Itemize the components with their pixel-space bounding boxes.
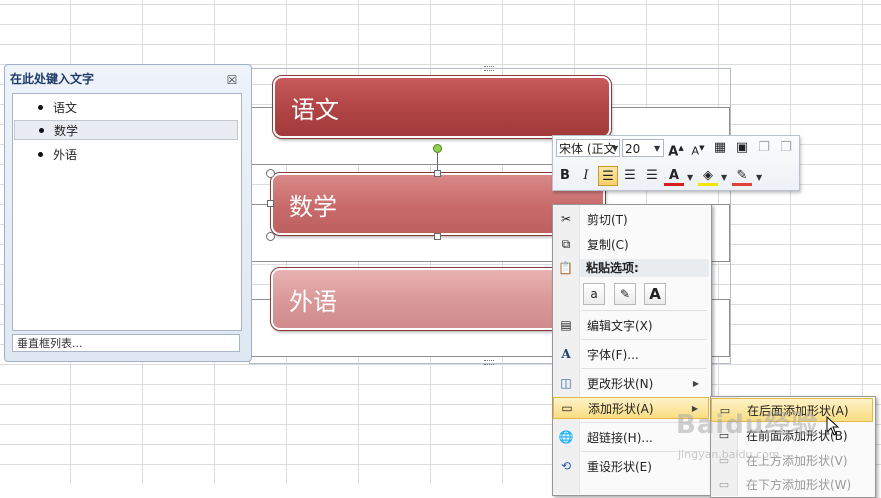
watermark-url: jingyan.baidu.com (678, 448, 780, 461)
bullet-icon (39, 127, 44, 133)
bring-forward-button[interactable]: ❐ (754, 138, 774, 158)
bullet-icon (38, 104, 43, 110)
italic-icon: I (583, 168, 589, 183)
paste-keep-format-button[interactable]: a (583, 283, 605, 305)
chevron-down-icon[interactable]: ▼ (687, 173, 693, 182)
submenu-item-add-below[interactable]: ▭ 在下方添加形状(W) (711, 472, 873, 496)
paste-merge-format-button[interactable]: ✎ (614, 283, 636, 305)
shape-fill-icon: ▦ (713, 140, 727, 155)
frame-bottom-handle[interactable] (484, 360, 494, 365)
list-item[interactable]: 数学 (14, 120, 238, 140)
align-left-icon: ☰ (602, 169, 614, 184)
menu-item-label: 字体(F)... (587, 347, 639, 362)
align-center-button[interactable]: ☰ (620, 166, 640, 186)
menu-item-label: 更改形状(N) (587, 376, 654, 391)
shape-1-text: 语文 (291, 95, 339, 124)
watermark-logo: Baidu经验 (676, 410, 819, 440)
menu-item-label: 复制(C) (587, 237, 629, 252)
layout-name-link[interactable]: 垂直框列表... (12, 334, 240, 352)
frame-top-handle[interactable] (484, 66, 494, 71)
list-item[interactable]: 语文 (14, 97, 238, 117)
fill-color-button[interactable]: ◈ (698, 166, 718, 186)
menu-item-copy[interactable]: ⧉ 复制(C) (553, 233, 709, 255)
edit-text-icon: ▤ (560, 318, 572, 332)
menu-item-label: 剪切(T) (587, 212, 628, 227)
clipboard-icon: 📋 (558, 261, 573, 275)
menu-item-change-shape[interactable]: ◫ 更改形状(N) ▶ (553, 372, 709, 394)
hyperlink-icon: 🌐 (558, 430, 574, 444)
list-item[interactable]: 外语 (14, 144, 238, 164)
shape-styles-icon: ▣ (735, 140, 749, 155)
font-color-button[interactable]: A (664, 166, 684, 186)
reset-shape-icon: ⟲ (560, 459, 572, 473)
menu-separator (581, 310, 707, 311)
menu-item-label: 超链接(H)... (587, 430, 653, 445)
send-backward-button[interactable]: ❐ (776, 138, 796, 158)
bold-icon: B (560, 168, 570, 183)
menu-item-label: 编辑文字(X) (587, 318, 653, 333)
paste-text-only-button[interactable]: A (644, 283, 666, 305)
shape-3-text: 外语 (289, 287, 337, 316)
line-color-button[interactable]: ✎ (732, 166, 752, 186)
send-backward-icon: ❐ (780, 140, 792, 155)
rotate-handle[interactable] (433, 144, 442, 153)
resize-handle-b[interactable] (434, 233, 441, 240)
paint-bucket-icon: ◈ (703, 168, 713, 183)
pen-icon: ✎ (736, 168, 748, 183)
chevron-down-icon[interactable]: ▼ (756, 173, 762, 182)
list-item-label: 语文 (53, 100, 78, 115)
grow-font-button[interactable]: A▲ (666, 138, 686, 160)
resize-handle-t[interactable] (434, 170, 441, 177)
submenu-item-label: 在下方添加形状(W) (746, 477, 852, 492)
align-left-button[interactable]: ☰ (598, 166, 618, 186)
bring-forward-icon: ❐ (758, 140, 770, 155)
shrink-font-button[interactable]: A▼ (688, 138, 708, 158)
list-item-label: 外语 (53, 147, 78, 162)
scissors-icon: ✂ (560, 212, 572, 226)
add-below-icon: ▭ (718, 477, 730, 491)
chevron-down-icon[interactable]: ▼ (654, 144, 660, 153)
align-center-icon: ☰ (624, 168, 636, 183)
align-right-button[interactable]: ☰ (642, 166, 662, 186)
list-item-label: 数学 (54, 123, 79, 138)
resize-handle-tl[interactable] (266, 169, 275, 178)
menu-item-cut[interactable]: ✂ 剪切(T) (553, 208, 709, 230)
menu-item-label: 重设形状(E) (587, 459, 652, 474)
chevron-down-icon[interactable]: ▼ (721, 173, 727, 182)
menu-separator (581, 368, 707, 369)
text-pane-title: 在此处键入文字 (10, 72, 95, 86)
close-icon[interactable]: ☒ (226, 74, 238, 86)
shape-2-text: 数学 (289, 192, 337, 221)
menu-item-font[interactable]: A 字体(F)... (553, 343, 709, 365)
change-shape-icon: ◫ (560, 376, 572, 390)
shape-styles-button[interactable]: ▣ (732, 138, 752, 158)
mouse-cursor-icon (826, 416, 840, 436)
align-right-icon: ☰ (646, 168, 658, 183)
shrink-font-icon: A (691, 144, 700, 158)
paste-merge-format-icon: ✎ (619, 287, 631, 301)
paste-keep-format-icon: a (590, 287, 598, 301)
bold-button[interactable]: B (555, 166, 575, 186)
menu-item-label: 添加形状(A) (588, 401, 654, 416)
menu-item-edit-text[interactable]: ▤ 编辑文字(X) (553, 314, 709, 336)
rotate-handle-stem (437, 152, 438, 172)
font-color-icon: A (668, 168, 680, 183)
resize-handle-l[interactable] (267, 200, 274, 207)
shape-fill-button[interactable]: ▦ (710, 138, 730, 158)
italic-button[interactable]: I (576, 166, 596, 186)
chevron-down-icon[interactable]: ▼ (612, 144, 618, 153)
resize-handle-bl[interactable] (266, 232, 275, 241)
submenu-arrow-icon: ▶ (692, 378, 699, 388)
font-icon: A (561, 347, 571, 361)
smartart-shape-1[interactable]: 语文 (272, 75, 612, 139)
paste-text-only-icon: A (649, 285, 661, 303)
copy-icon: ⧉ (561, 236, 571, 251)
menu-separator (581, 339, 707, 340)
bullet-icon (38, 151, 43, 157)
add-shape-icon: ▭ (561, 401, 573, 415)
paste-options-header: 粘贴选项: (580, 259, 709, 277)
grow-font-icon: A (668, 144, 679, 160)
font-name-select[interactable]: 宋体 (正文 (556, 139, 620, 157)
